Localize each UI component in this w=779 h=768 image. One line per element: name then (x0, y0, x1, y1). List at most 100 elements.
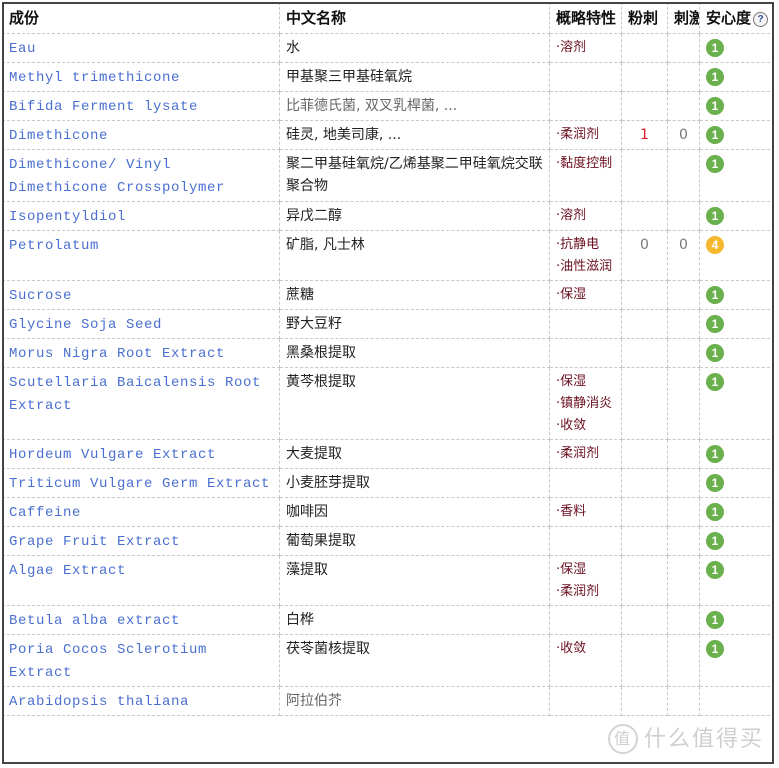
features-cell (549, 468, 622, 498)
irritation-cell (667, 62, 700, 92)
ingredient-link[interactable]: Arabidopsis thaliana (9, 694, 189, 710)
chinese-name-cell: 聚二甲基硅氧烷/乙烯基聚二甲硅氧烷交联聚合物 (279, 149, 550, 202)
ingredient-link[interactable]: Dimethicone/ Vinyl Dimethicone Crosspoly… (9, 157, 225, 196)
feature-tag: ·柔润剂 (556, 127, 600, 142)
chinese-name-cell: 黑桑根提取 (279, 338, 550, 368)
ingredient-link[interactable]: Morus Nigra Root Extract (9, 346, 225, 362)
chinese-name-cell: 硅灵, 地美司康, ... (279, 120, 550, 150)
irritation-cell (667, 33, 700, 63)
ingredient-cell: Algae Extract (4, 555, 280, 606)
table-row: Algae Extract 藻提取 ·保湿 ·柔润剂 1 (4, 555, 772, 606)
features-cell (549, 338, 622, 368)
help-icon[interactable]: ? (753, 12, 769, 27)
ingredient-cell: Hordeum Vulgare Extract (4, 439, 280, 469)
acne-cell (621, 149, 668, 202)
ingredient-link[interactable]: Dimethicone (9, 128, 108, 144)
ingredient-link[interactable]: Scutellaria Baicalensis Root Extract (9, 375, 261, 414)
header-chinese-name[interactable]: 中文名称 (279, 4, 550, 34)
ingredient-cell: Sucrose (4, 280, 280, 310)
acne-cell (621, 634, 668, 687)
ingredient-link[interactable]: Grape Fruit Extract (9, 534, 180, 550)
acne-cell (621, 605, 668, 635)
ingredient-cell: Triticum Vulgare Germ Extract (4, 468, 280, 498)
safety-cell: 1 (699, 555, 772, 606)
chinese-name-cell: 大麦提取 (279, 439, 550, 469)
chinese-name-cell: 异戊二醇 (279, 201, 550, 231)
feature-tag: ·溶剂 (556, 208, 587, 223)
irritation-cell (667, 338, 700, 368)
ingredient-link[interactable]: Sucrose (9, 288, 72, 304)
header-features[interactable]: 概略特性 (549, 4, 622, 34)
ingredient-cell: Poria Cocos Sclerotium Extract (4, 634, 280, 687)
ingredient-link[interactable]: Petrolatum (9, 238, 99, 254)
header-safety-label: 安心度 (706, 9, 752, 27)
ingredient-cell: Dimethicone (4, 120, 280, 150)
acne-cell: 1 (621, 120, 668, 150)
table-row: Morus Nigra Root Extract 黑桑根提取 1 (4, 338, 772, 368)
safety-cell: 1 (699, 33, 772, 63)
table-row: Poria Cocos Sclerotium Extract 茯苓菌核提取 ·收敛 1 (4, 634, 772, 687)
features-cell: ·抗静电 ·油性滋润 (549, 230, 622, 281)
chinese-name-cell: 比菲德氏菌, 双叉乳桿菌, ... (279, 91, 550, 121)
features-cell (549, 526, 622, 556)
table-row: Grape Fruit Extract 葡萄果提取 1 (4, 526, 772, 556)
features-cell: ·保湿 ·镇静消炎 ·收敛 (549, 367, 622, 440)
irritation-cell (667, 468, 700, 498)
acne-cell (621, 526, 668, 556)
safety-cell: 4 (699, 230, 772, 281)
ingredient-link[interactable]: Isopentyldiol (9, 209, 126, 225)
table-row: Betula alba extract 白桦 1 (4, 605, 772, 635)
ingredient-link[interactable]: Betula alba extract (9, 613, 180, 629)
table-header-row: 成份 中文名称 概略特性 粉刺 刺激 安心度? (4, 4, 772, 34)
safety-cell: 1 (699, 634, 772, 687)
table-body: Eau 水 ·溶剂 1 Methyl trimethicone 甲基聚三甲基硅氧烷 1 Bif… (4, 33, 772, 716)
safety-badge: 1 (706, 39, 724, 57)
table-row: Scutellaria Baicalensis Root Extract 黄芩根提… (4, 367, 772, 440)
ingredient-cell: Methyl trimethicone (4, 62, 280, 92)
features-cell: ·溶剂 (549, 201, 622, 231)
ingredient-link[interactable]: Triticum Vulgare Germ Extract (9, 476, 270, 492)
safety-badge: 1 (706, 532, 724, 550)
irritation-cell (667, 149, 700, 202)
ingredient-link[interactable]: Algae Extract (9, 563, 126, 579)
ingredient-link[interactable]: Eau (9, 41, 36, 57)
header-safety[interactable]: 安心度? (699, 4, 772, 34)
header-irritation[interactable]: 刺激 (667, 4, 700, 34)
acne-cell (621, 367, 668, 440)
ingredient-cell: Scutellaria Baicalensis Root Extract (4, 367, 280, 440)
features-cell (549, 309, 622, 339)
ingredient-link[interactable]: Glycine Soja Seed (9, 317, 162, 333)
irritation-cell (667, 555, 700, 606)
safety-badge: 4 (706, 236, 724, 254)
chinese-name-cell: 甲基聚三甲基硅氧烷 (279, 62, 550, 92)
safety-badge: 1 (706, 286, 724, 304)
feature-tag: ·保湿 (556, 287, 587, 302)
features-cell (549, 686, 622, 716)
safety-cell: 1 (699, 309, 772, 339)
safety-cell: 1 (699, 91, 772, 121)
ingredient-link[interactable]: Poria Cocos Sclerotium Extract (9, 642, 207, 681)
feature-tag: ·抗静电 (556, 237, 600, 252)
ingredient-link[interactable]: Bifida Ferment lysate (9, 99, 198, 115)
ingredient-link[interactable]: Methyl trimethicone (9, 70, 180, 86)
ingredient-cell: Dimethicone/ Vinyl Dimethicone Crosspoly… (4, 149, 280, 202)
ingredient-link[interactable]: Caffeine (9, 505, 81, 521)
watermark-text: 什么值得买 (643, 727, 764, 752)
safety-cell: 1 (699, 468, 772, 498)
safety-cell: 1 (699, 526, 772, 556)
feature-tag: ·香料 (556, 504, 587, 519)
feature-tag: ·油性滋润 (556, 259, 613, 274)
ingredient-cell: Glycine Soja Seed (4, 309, 280, 339)
irritation-cell (667, 367, 700, 440)
acne-cell (621, 201, 668, 231)
safety-badge: 1 (706, 207, 724, 225)
ingredient-link[interactable]: Hordeum Vulgare Extract (9, 447, 216, 463)
features-cell: ·柔润剂 (549, 439, 622, 469)
header-ingredient[interactable]: 成份 (4, 4, 280, 34)
safety-cell: 1 (699, 338, 772, 368)
irritation-cell (667, 634, 700, 687)
features-cell: ·溶剂 (549, 33, 622, 63)
header-acne[interactable]: 粉刺 (621, 4, 668, 34)
safety-badge: 1 (706, 474, 724, 492)
safety-badge: 1 (706, 445, 724, 463)
